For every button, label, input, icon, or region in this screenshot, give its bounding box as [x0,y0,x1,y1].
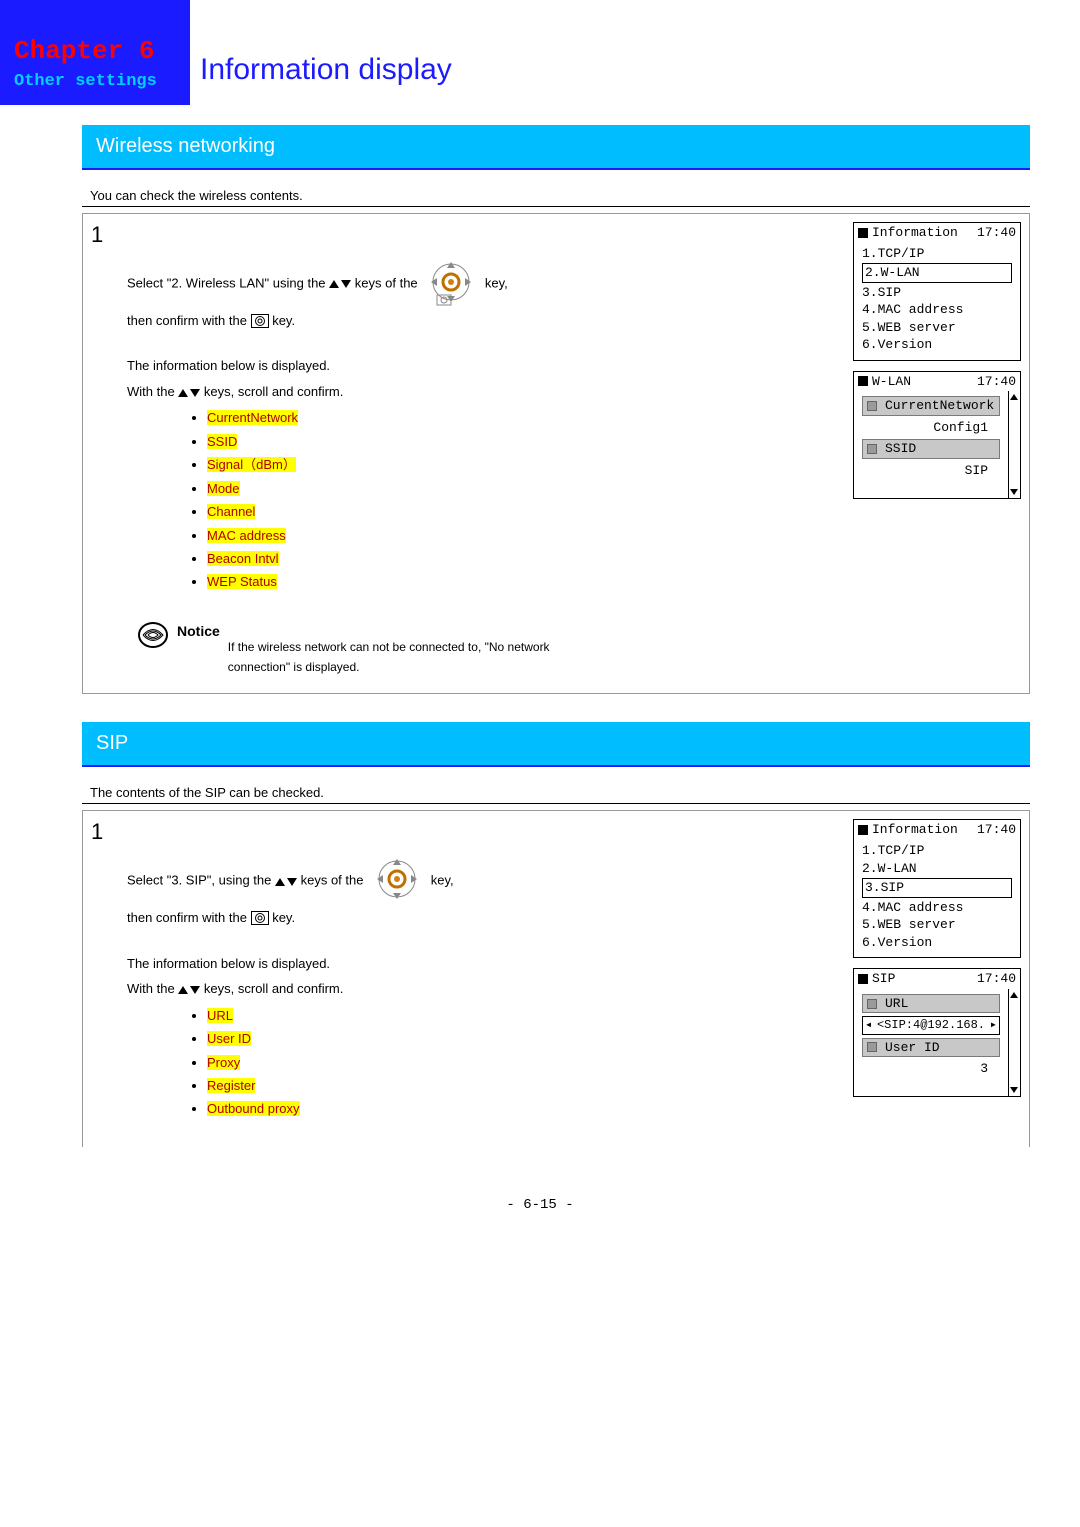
section-wireless-heading: Wireless networking [82,125,1030,170]
lcd-title: SIP [872,971,895,986]
up-down-arrow-icon [178,984,200,996]
lcd-row-label: URL [885,995,908,1013]
lcd-line: 1.TCP/IP [862,245,1012,263]
lcd-title: Information [872,225,958,240]
page-header: Chapter 6 Other settings Information dis… [0,0,1080,105]
text: With the [127,981,178,996]
list-item: Channel [207,504,255,519]
notice-icon [137,620,169,650]
up-down-arrow-icon [329,278,351,290]
text: Select "3. SIP", using the [127,873,275,888]
text: keys, scroll and confirm. [204,384,343,399]
text: Select "2. Wireless LAN" using the [127,275,329,290]
joystick-icon [425,262,477,306]
chapter-subtitle: Other settings [14,72,176,91]
chapter-number: Chapter 6 [14,36,176,66]
list-item: Register [207,1078,255,1093]
lcd-line-selected: 2.W-LAN [862,263,1012,283]
notice-block: Notice If the wireless network can not b… [127,620,843,678]
lcd-row-value: Config1 [862,419,1000,437]
section-sip-heading: SIP [82,722,1030,767]
right-arrow-icon: ▸ [990,1017,997,1033]
wireless-screens: Information17:40 1.TCP/IP 2.W-LAN 3.SIP … [853,214,1029,693]
text: keys, scroll and confirm. [204,981,343,996]
lcd-row-value: SIP [862,462,1000,480]
wireless-intro: You can check the wireless contents. [82,188,1030,207]
confirm-key-icon [251,911,269,925]
text: keys of the [355,275,421,290]
lcd-sip: SIP 17:40 URL ◂ <SIP:4@192.168. ▸ User ID… [853,968,1021,1096]
notice-label: Notice [177,620,220,643]
lcd-information: Information17:40 1.TCP/IP 2.W-LAN 3.SIP … [853,222,1021,361]
lcd-line-selected: 3.SIP [862,878,1012,898]
lcd-time: 17:40 [977,970,1016,988]
lcd-title: Information [872,822,958,837]
list-item: Outbound proxy [207,1101,300,1116]
lcd-row-label: User ID [885,1039,940,1057]
lcd-line: 6.Version [862,336,1012,354]
page-footer: - 6-15 - [0,1197,1080,1213]
sip-step-number: 1 [83,811,117,1147]
chapter-sidebar: Chapter 6 Other settings [0,0,190,105]
scroll-up-icon [1009,991,1019,999]
left-arrow-icon: ◂ [865,1017,872,1033]
lcd-line: 6.Version [862,934,1012,952]
joystick-icon [371,859,423,903]
lcd-line: 5.WEB server [862,319,1012,337]
sip-step: 1 Select "3. SIP", using the keys of the… [82,810,1030,1147]
lcd-row-value: 3 [862,1060,1000,1078]
confirm-key-icon [251,314,269,328]
lcd-time: 17:40 [977,821,1016,839]
list-item: WEP Status [207,574,277,589]
lcd-line: 4.MAC address [862,899,1012,917]
scroll-up-icon [1009,393,1019,401]
sip-intro: The contents of the SIP can be checked. [82,785,1030,804]
text: The information below is displayed. [127,355,843,376]
sip-fields-list: URL User ID Proxy Register Outbound prox… [127,1004,843,1121]
text: then confirm with the [127,313,251,328]
wireless-step-number: 1 [83,214,117,693]
lcd-line: 3.SIP [862,284,1012,302]
list-item: CurrentNetwork [207,410,298,425]
list-item: SSID [207,434,237,449]
up-down-arrow-icon [178,387,200,399]
list-item: User ID [207,1031,251,1046]
lcd-line: 5.WEB server [862,916,1012,934]
sip-screens: Information17:40 1.TCP/IP 2.W-LAN 3.SIP … [853,811,1029,1147]
list-item: URL [207,1008,233,1023]
text: then confirm with the [127,910,251,925]
lcd-row-label: SSID [885,440,916,458]
lcd-title: W-LAN [872,374,911,389]
text: key. [272,313,295,328]
lcd-line: 2.W-LAN [862,860,1012,878]
lcd-line: 1.TCP/IP [862,842,1012,860]
lcd-row-value: <SIP:4@192.168. [877,1017,985,1033]
text: The information below is displayed. [127,953,843,974]
wireless-step: 1 Select "2. Wireless LAN" using the key… [82,213,1030,694]
scroll-down-icon [1009,488,1019,496]
lcd-line: 4.MAC address [862,301,1012,319]
list-item: Proxy [207,1055,240,1070]
list-item: Beacon Intvl [207,551,279,566]
lcd-information: Information17:40 1.TCP/IP 2.W-LAN 3.SIP … [853,819,1021,958]
page-title: Information display [190,53,452,105]
scroll-down-icon [1009,1086,1019,1094]
text: key. [272,910,295,925]
text: key, [431,873,454,888]
text: key, [485,275,508,290]
lcd-time: 17:40 [977,224,1016,242]
sip-step-body: Select "3. SIP", using the keys of the k… [117,811,853,1147]
notice-text: If the wireless network can not be conne… [228,620,588,678]
lcd-row-label: CurrentNetwork [885,397,994,415]
lcd-time: 17:40 [977,373,1016,391]
list-item: Signal（dBm） [207,457,296,472]
text: With the [127,384,178,399]
up-down-arrow-icon [275,876,297,888]
wireless-fields-list: CurrentNetwork SSID Signal（dBm） Mode Cha… [127,406,843,594]
list-item: Mode [207,481,240,496]
list-item: MAC address [207,528,286,543]
text: keys of the [301,873,367,888]
lcd-wlan: W-LAN 17:40 CurrentNetwork Config1 SSID S… [853,371,1021,499]
wireless-step-body: Select "2. Wireless LAN" using the keys … [117,214,853,693]
